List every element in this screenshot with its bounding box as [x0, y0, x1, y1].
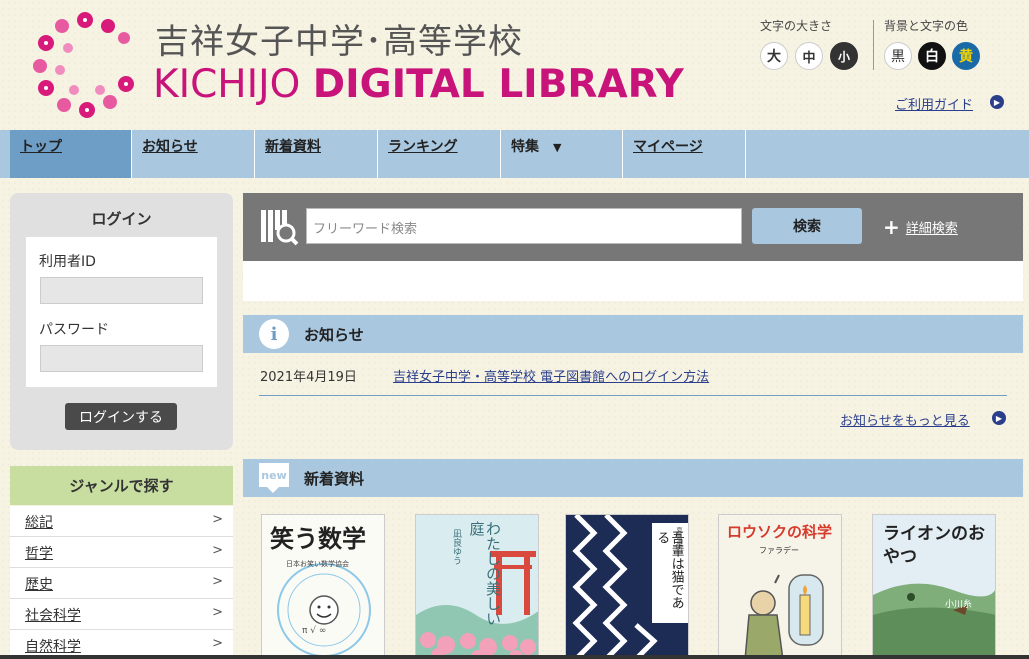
free-word-search-input[interactable]: フリーワード検索	[306, 208, 742, 244]
password-input[interactable]	[40, 345, 203, 372]
nav-item-ranking[interactable]: ランキング	[378, 130, 501, 178]
site-header: 吉祥女子中学･高等学校 KICHIJO DIGITAL LIBRARY 文字の大…	[0, 0, 1029, 130]
book-title: ロウソクの科学	[727, 523, 833, 541]
news-section-title: お知らせ	[304, 326, 364, 344]
genre-item-general[interactable]: 総記 >	[10, 506, 233, 537]
plum-blossom-logo-icon[interactable]	[30, 8, 140, 118]
library-name-light: KICHIJO	[153, 62, 313, 107]
news-section-header: i お知らせ	[243, 315, 1023, 353]
genre-item-label: 自然科学	[25, 639, 81, 655]
genre-item-label: 歴史	[25, 577, 53, 593]
font-size-large-button[interactable]: 大	[760, 42, 788, 70]
info-icon: i	[259, 319, 289, 349]
nav-item-new-arrivals[interactable]: 新着資料	[255, 130, 378, 178]
genre-item-label: 社会科学	[25, 608, 81, 624]
chevron-right-icon: >	[212, 512, 223, 527]
genre-item-label: 哲学	[25, 546, 53, 562]
advanced-search-label: 詳細検索	[905, 221, 958, 237]
nav-item-news[interactable]: お知らせ	[132, 130, 255, 178]
book-title: ライオンのおやつ	[883, 524, 985, 567]
genre-item-label: 総記	[25, 515, 53, 531]
genre-item-history[interactable]: 歴史 >	[10, 568, 233, 599]
main-nav: トップ お知らせ 新着資料 ランキング 特集 ▼ マイページ	[0, 130, 1029, 178]
library-name: KICHIJO DIGITAL LIBRARY	[153, 62, 684, 107]
options-divider	[873, 20, 874, 70]
book-cover-watashi-no-utsukushii-niwa[interactable]: わたしの美しい庭 凪良ゆう	[415, 514, 539, 659]
genre-title: ジャンルで探す	[10, 466, 233, 505]
library-name-bold: DIGITAL LIBRARY	[312, 62, 684, 107]
nav-item-features[interactable]: 特集 ▼	[501, 130, 623, 178]
user-id-input[interactable]	[40, 277, 203, 304]
color-black-button[interactable]: 黒	[884, 42, 912, 70]
news-item-link[interactable]: 吉祥女子中学・高等学校 電子図書館へのログイン方法	[393, 366, 709, 385]
color-yellow-button[interactable]: 黄	[952, 42, 980, 70]
new-arrivals-section-header: new 新着資料	[243, 459, 1023, 497]
password-label: パスワード	[39, 322, 109, 338]
more-news-link[interactable]: お知らせをもっと見る	[840, 410, 970, 429]
nav-item-my-page[interactable]: マイページ	[623, 130, 746, 178]
genre-item-philosophy[interactable]: 哲学 >	[10, 537, 233, 568]
login-title: ログイン	[91, 210, 152, 228]
login-form: 利用者ID パスワード	[26, 237, 217, 387]
svg-text:π √ ∞: π √ ∞	[302, 625, 326, 636]
book-search-icon	[261, 210, 299, 246]
search-button[interactable]: 検索	[752, 208, 862, 244]
font-size-label: 文字の大きさ	[760, 19, 833, 33]
arrow-right-circle-icon[interactable]: ▶	[990, 95, 1004, 109]
book-title: 笑う数学	[270, 525, 366, 553]
new-arrivals-section-title: 新着資料	[304, 470, 365, 488]
login-panel: ログイン 利用者ID パスワード ログインする	[10, 193, 233, 450]
color-white-button[interactable]: 白	[918, 42, 946, 70]
book-title: わたしの美しい庭	[467, 521, 503, 626]
chevron-right-icon: >	[212, 605, 223, 620]
user-id-label: 利用者ID	[39, 254, 96, 270]
genre-item-social-science[interactable]: 社会科学 >	[10, 599, 233, 630]
usage-guide-link[interactable]: ご利用ガイド	[895, 94, 973, 113]
book-author: ファラデー	[759, 546, 799, 555]
book-author: 夏目漱石	[675, 527, 682, 551]
book-cover-lion-no-oyatsu[interactable]: ライオンのおやつ 小川糸	[872, 514, 996, 659]
chevron-right-icon: >	[212, 543, 223, 558]
bottom-border	[0, 655, 1029, 659]
school-name: 吉祥女子中学･高等学校	[155, 22, 523, 62]
book-author: 小川糸	[945, 600, 973, 610]
news-date: 2021年4月19日	[260, 370, 357, 385]
news-divider	[259, 395, 1007, 396]
plus-icon: +	[883, 215, 900, 239]
font-size-small-button[interactable]: 小	[830, 42, 858, 70]
book-author: 凪良ゆう	[451, 529, 461, 565]
nav-item-features-label: 特集	[511, 139, 539, 155]
advanced-search-link[interactable]: + 詳細検索	[883, 215, 958, 239]
login-button[interactable]: ログインする	[65, 403, 177, 430]
book-cover-wagahai-wa-neko-de-aru[interactable]: 吾輩は猫である 夏目漱石	[565, 514, 689, 659]
arrow-right-circle-icon[interactable]: ▶	[992, 411, 1006, 425]
font-size-medium-button[interactable]: 中	[795, 42, 823, 70]
caret-down-icon: ▼	[553, 141, 562, 154]
book-cover-rousoku-no-kagaku[interactable]: ロウソクの科学 ファラデー	[718, 514, 842, 659]
chevron-right-icon: >	[212, 574, 223, 589]
color-theme-label: 背景と文字の色	[884, 19, 969, 33]
book-cover-warau-sugaku[interactable]: π √ ∞ 笑う数学 日本お笑い数学協会	[261, 514, 385, 659]
nav-item-top[interactable]: トップ	[10, 130, 132, 178]
book-subtitle: 日本お笑い数学協会	[286, 560, 349, 568]
new-badge-icon: new	[259, 463, 289, 493]
search-spacer	[243, 261, 1023, 301]
chevron-right-icon: >	[212, 636, 223, 651]
